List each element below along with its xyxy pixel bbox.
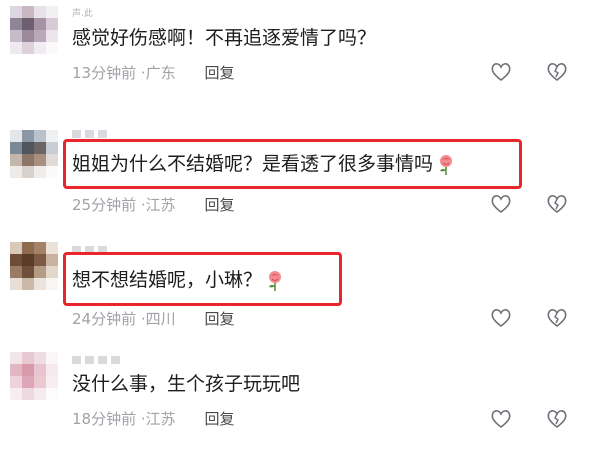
reply-button[interactable]: 回复 xyxy=(204,410,234,428)
comment-item: 声.此 感觉好伤感啊！不再追逐爱情了吗？ 13分钟前 ·广东 回复 xyxy=(0,0,600,110)
comment-item: 姐姐为什么不结婚呢？是看透了很多事情吗 25分钟前 ·江苏 回复 xyxy=(0,120,600,230)
broken-heart-icon[interactable] xyxy=(545,60,569,84)
heart-icon[interactable] xyxy=(489,60,513,84)
comment-item: 想不想结婚呢，小琳？ 24分钟前 ·四川 回复 xyxy=(0,236,600,346)
comment-text-content: 想不想结婚呢，小琳？ xyxy=(72,269,263,291)
avatar[interactable] xyxy=(10,242,58,290)
username[interactable]: 声.此 xyxy=(72,6,93,19)
username-redacted[interactable] xyxy=(72,356,120,364)
comment-meta: 25分钟前 ·江苏 回复 xyxy=(72,194,234,215)
comment-meta: 24分钟前 ·四川 回复 xyxy=(72,308,234,329)
comment-text: 没什么事，生个孩子玩玩吧 xyxy=(72,373,301,395)
reply-button[interactable]: 回复 xyxy=(204,310,234,328)
broken-heart-icon[interactable] xyxy=(545,407,569,431)
avatar[interactable] xyxy=(10,352,58,400)
comment-location: 江苏 xyxy=(145,410,176,428)
comment-meta: 13分钟前 ·广东 回复 xyxy=(72,62,234,83)
rose-emoji-icon xyxy=(269,270,282,291)
comment-item: 没什么事，生个孩子玩玩吧 18分钟前 ·江苏 回复 xyxy=(0,346,600,449)
comment-text: 姐姐为什么不结婚呢？是看透了很多事情吗 xyxy=(72,152,455,176)
comment-text: 感觉好伤感啊！不再追逐爱情了吗？ xyxy=(72,27,377,49)
comment-text-content: 姐姐为什么不结婚呢？是看透了很多事情吗 xyxy=(72,153,434,175)
reply-button[interactable]: 回复 xyxy=(204,196,234,214)
heart-icon[interactable] xyxy=(489,192,513,216)
comment-meta: 18分钟前 ·江苏 回复 xyxy=(72,408,234,429)
broken-heart-icon[interactable] xyxy=(545,306,569,330)
comment-location: 江苏 xyxy=(145,196,176,214)
comment-time: 13分钟前 xyxy=(72,64,137,82)
heart-icon[interactable] xyxy=(489,306,513,330)
broken-heart-icon[interactable] xyxy=(545,192,569,216)
avatar[interactable] xyxy=(10,6,58,54)
avatar[interactable] xyxy=(10,130,58,178)
comment-location: 四川 xyxy=(145,310,176,328)
username-redacted[interactable] xyxy=(72,130,107,138)
comment-time: 25分钟前 xyxy=(72,196,137,214)
comment-location: 广东 xyxy=(145,64,176,82)
comment-text: 想不想结婚呢，小琳？ xyxy=(72,268,284,292)
comment-time: 24分钟前 xyxy=(72,310,137,328)
heart-icon[interactable] xyxy=(489,407,513,431)
rose-emoji-icon xyxy=(440,154,453,175)
comment-time: 18分钟前 xyxy=(72,410,137,428)
reply-button[interactable]: 回复 xyxy=(204,64,234,82)
